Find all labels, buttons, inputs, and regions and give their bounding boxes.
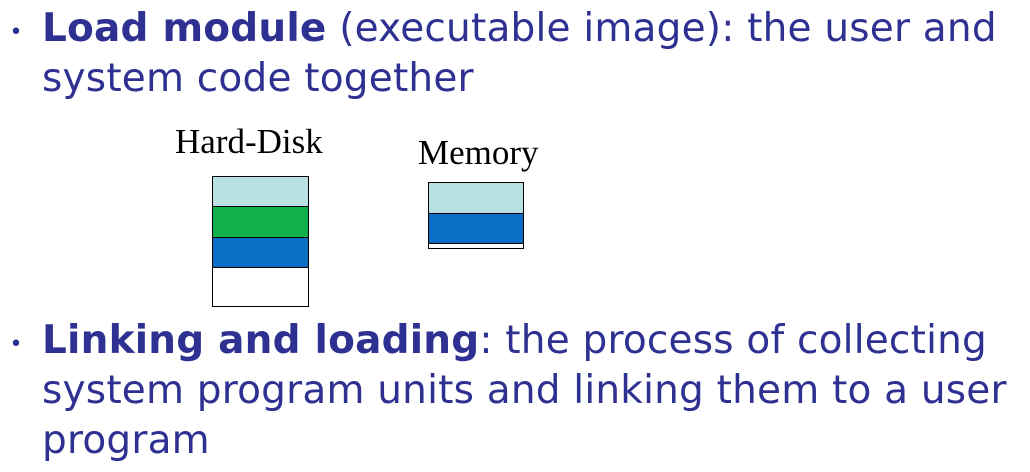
disk-segment-light-blue bbox=[213, 177, 308, 207]
bullet-text-linking-loading: Linking and loading: the process of coll… bbox=[42, 316, 1020, 466]
memory-stack bbox=[428, 182, 524, 249]
term-linking-loading: Linking and loading bbox=[42, 318, 480, 363]
disk-segment-green bbox=[213, 207, 308, 238]
bullet-marker-2: • bbox=[9, 332, 23, 357]
term-load-module: Load module bbox=[42, 6, 327, 51]
disk-segment-blue bbox=[213, 238, 308, 268]
memory-label: Memory bbox=[418, 133, 539, 172]
hard-disk-label: Hard-Disk bbox=[175, 122, 323, 161]
bullet-text-load-module: Load module (executable image): the user… bbox=[42, 4, 1020, 104]
bullet-marker-1: • bbox=[9, 20, 23, 45]
memory-segment-light-blue bbox=[429, 183, 523, 214]
hard-disk-stack bbox=[212, 176, 309, 307]
memory-segment-blue bbox=[429, 214, 523, 244]
